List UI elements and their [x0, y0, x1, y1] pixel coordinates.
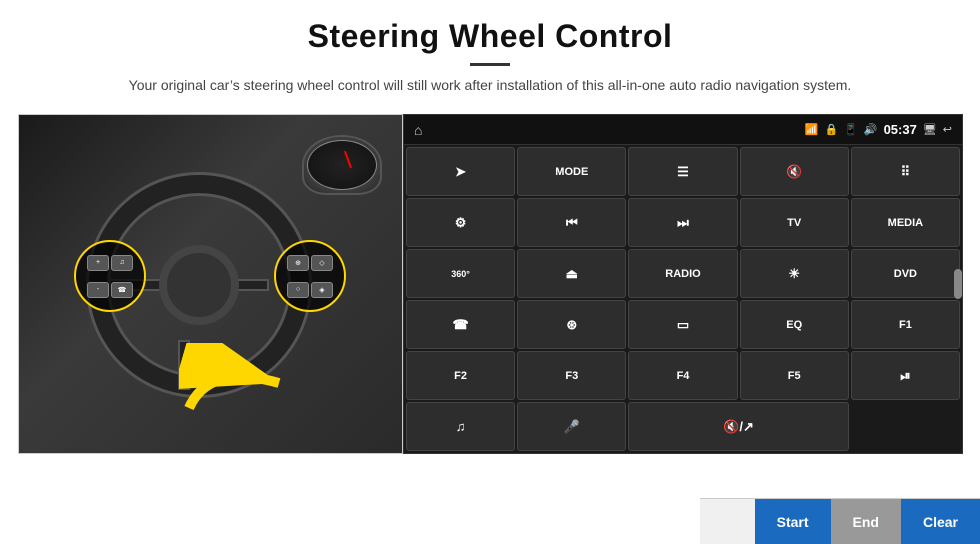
- steering-wheel-background: + ♫ - ☎ ⊕ ◇ ○ ◈: [19, 115, 402, 453]
- btn-navigate[interactable]: ➤: [406, 147, 515, 196]
- status-icons: 📶 🔒 📱 🔊 05:37 🖥 ↩: [805, 122, 952, 137]
- btn-apps[interactable]: ⠿: [851, 147, 960, 196]
- arrow-indicator: [179, 343, 299, 423]
- btn-mode[interactable]: MODE: [517, 147, 626, 196]
- btn-nav[interactable]: ⊛: [517, 300, 626, 349]
- bluetooth-icon: 🔊: [864, 123, 878, 136]
- clear-button[interactable]: Clear: [901, 499, 980, 544]
- btn-mic[interactable]: 🎤: [517, 402, 626, 451]
- mic-icon: 🎤: [564, 419, 580, 435]
- spacer-1: [851, 402, 960, 451]
- right-button-cluster: ⊕ ◇ ○ ◈: [274, 240, 346, 312]
- f2-label: F2: [454, 370, 467, 382]
- header-section: Steering Wheel Control Your original car…: [0, 0, 980, 106]
- page-container: Steering Wheel Control Your original car…: [0, 0, 980, 544]
- mini-btn-8: ◈: [311, 282, 333, 298]
- tv-label: TV: [787, 217, 801, 229]
- btn-list[interactable]: ☰: [628, 147, 737, 196]
- btn-eq[interactable]: EQ: [740, 300, 849, 349]
- btn-mute[interactable]: 🔇: [740, 147, 849, 196]
- volume-call-icon: 🔇/↗: [723, 419, 754, 435]
- eq-label: EQ: [786, 319, 802, 331]
- media-label: MEDIA: [888, 217, 923, 229]
- list-icon: ☰: [677, 164, 689, 180]
- page-title: Steering Wheel Control: [40, 18, 940, 55]
- page-subtitle: Your original car’s steering wheel contr…: [40, 74, 940, 96]
- mini-btn-2: ♫: [111, 255, 133, 271]
- btn-radio[interactable]: RADIO: [628, 249, 737, 298]
- home-icon: ⌂: [414, 122, 422, 138]
- btn-media[interactable]: MEDIA: [851, 198, 960, 247]
- btn-dvd[interactable]: DVD: [851, 249, 960, 298]
- screen-icon: ▭: [677, 317, 689, 333]
- radio-label: RADIO: [665, 268, 700, 280]
- mini-btn-1: +: [87, 255, 109, 271]
- btn-settings[interactable]: ⚙: [406, 198, 515, 247]
- f5-label: F5: [788, 370, 801, 382]
- brightness-icon: ☀: [788, 266, 800, 282]
- btn-phone[interactable]: ☎: [406, 300, 515, 349]
- btn-f3[interactable]: F3: [517, 351, 626, 400]
- mode-label: MODE: [555, 166, 588, 178]
- btn-brightness[interactable]: ☀: [740, 249, 849, 298]
- f3-label: F3: [565, 370, 578, 382]
- monitor-icon: 🖥: [923, 123, 937, 136]
- 360-label: 360°: [451, 269, 470, 279]
- mini-btn-5: ⊕: [287, 255, 309, 271]
- settings-icon: ⚙: [455, 215, 467, 231]
- mini-btn-6: ◇: [311, 255, 333, 271]
- btn-playpause[interactable]: ⏯: [851, 351, 960, 400]
- btn-music[interactable]: ♫: [406, 402, 515, 451]
- sim-icon: 📱: [844, 123, 858, 136]
- btn-volume-call[interactable]: 🔇/↗: [628, 402, 848, 451]
- btn-prev[interactable]: ⏮: [517, 198, 626, 247]
- btn-screen[interactable]: ▭: [628, 300, 737, 349]
- left-button-cluster: + ♫ - ☎: [74, 240, 146, 312]
- music-icon: ♫: [456, 419, 466, 434]
- button-grid: ➤ MODE ☰ 🔇 ⠿ ⚙ ⏮: [404, 145, 962, 455]
- head-unit: ⌂ 📶 🔒 📱 🔊 05:37 🖥 ↩ ➤ MODE: [403, 114, 963, 454]
- f1-label: F1: [899, 319, 912, 331]
- btn-f1[interactable]: F1: [851, 300, 960, 349]
- bottom-action-bar: Start End Clear: [700, 498, 980, 544]
- prev-icon: ⏮: [566, 215, 578, 231]
- btn-360[interactable]: 360°: [406, 249, 515, 298]
- next-icon: ⏭: [677, 215, 689, 231]
- steering-wheel-center: [159, 245, 239, 325]
- btn-tv[interactable]: TV: [740, 198, 849, 247]
- gps-icon: ⊛: [566, 317, 577, 333]
- scrollbar-handle[interactable]: [954, 269, 962, 299]
- mute-icon: 🔇: [786, 164, 802, 180]
- phone-icon: ☎: [452, 317, 468, 333]
- mini-btn-4: ☎: [111, 282, 133, 298]
- navigate-icon: ➤: [455, 164, 466, 180]
- wifi-icon: 📶: [805, 123, 819, 136]
- btn-eject[interactable]: ⏏: [517, 249, 626, 298]
- playpause-icon: ⏯: [900, 368, 910, 384]
- clock: 05:37: [884, 122, 917, 137]
- eject-icon: ⏏: [566, 266, 578, 282]
- dvd-label: DVD: [894, 268, 917, 280]
- btn-f4[interactable]: F4: [628, 351, 737, 400]
- apps-icon: ⠿: [901, 164, 911, 180]
- title-divider: [470, 63, 510, 66]
- content-area: + ♫ - ☎ ⊕ ◇ ○ ◈: [0, 114, 980, 474]
- f4-label: F4: [677, 370, 690, 382]
- arrow-svg: [179, 343, 299, 423]
- btn-next[interactable]: ⏭: [628, 198, 737, 247]
- btn-f5[interactable]: F5: [740, 351, 849, 400]
- mini-btn-3: -: [87, 282, 109, 298]
- lock-icon: 🔒: [824, 123, 838, 136]
- mini-btn-7: ○: [287, 282, 309, 298]
- status-bar: ⌂ 📶 🔒 📱 🔊 05:37 🖥 ↩: [404, 115, 962, 145]
- car-image: + ♫ - ☎ ⊕ ◇ ○ ◈: [18, 114, 403, 454]
- end-button[interactable]: End: [831, 499, 901, 544]
- start-button[interactable]: Start: [755, 499, 831, 544]
- btn-f2[interactable]: F2: [406, 351, 515, 400]
- back-icon: ↩: [943, 123, 952, 136]
